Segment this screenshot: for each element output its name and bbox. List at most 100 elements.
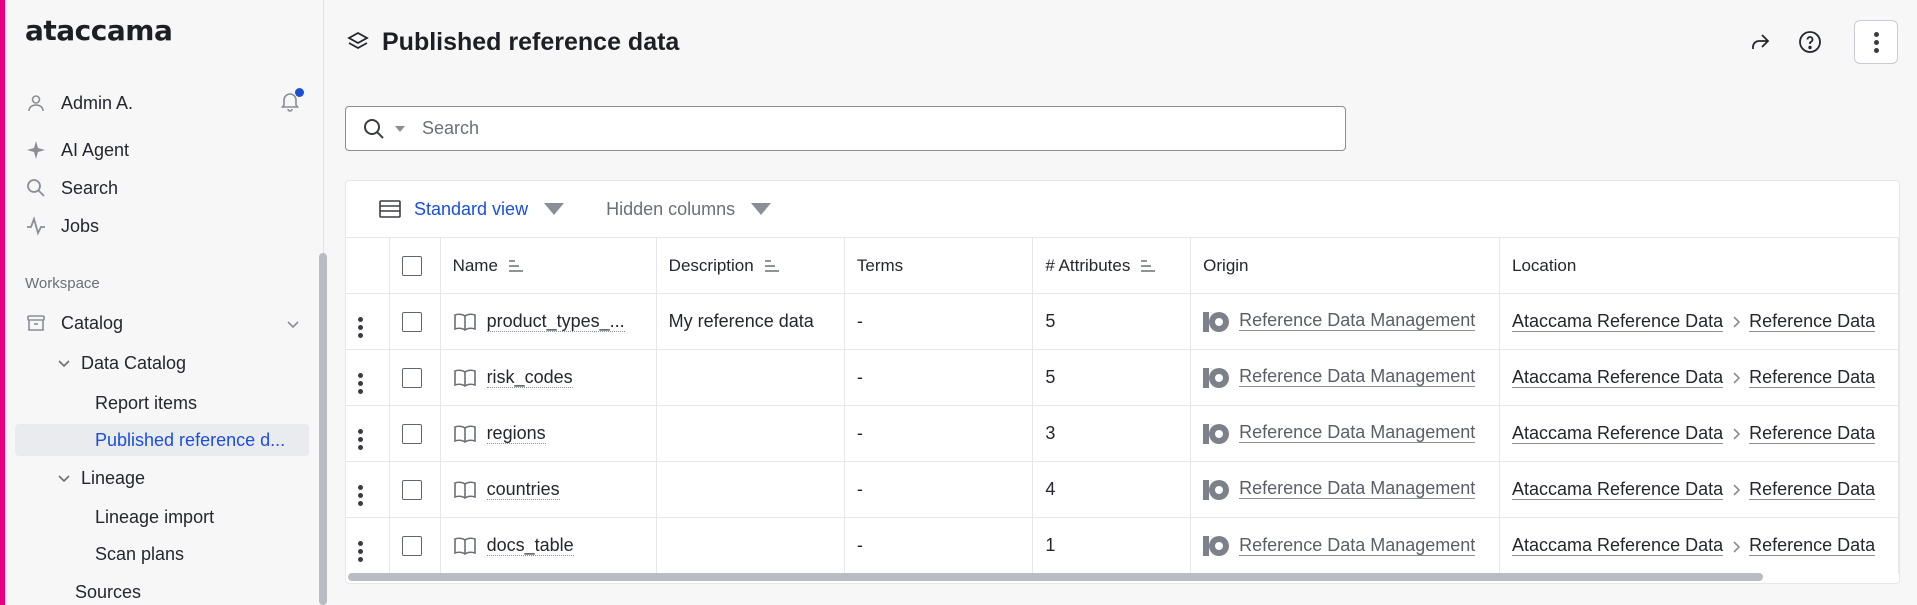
caret-down-icon [544, 203, 565, 215]
sidebar-item-ai-agent[interactable]: AI Agent [25, 135, 129, 165]
tree-item-label: Published reference d... [95, 429, 286, 450]
location-link[interactable]: Ataccama Reference Data [1512, 423, 1724, 444]
origin-link[interactable]: Reference Data Management [1239, 310, 1476, 332]
column-header-attributes[interactable]: # Attributes [1032, 237, 1192, 294]
origin-link[interactable]: Reference Data Management [1239, 422, 1476, 444]
sort-icon[interactable] [764, 259, 780, 273]
select-all-checkbox[interactable] [402, 255, 423, 276]
row-kebab-icon[interactable] [358, 540, 363, 562]
tree-item-published-reference-data[interactable]: Published reference d... [15, 424, 309, 456]
location-link[interactable]: Reference Data [1749, 367, 1876, 388]
sort-icon[interactable] [508, 259, 524, 273]
location-link[interactable]: Reference Data [1749, 479, 1876, 500]
chevron-down-icon[interactable] [285, 316, 301, 332]
column-header-description[interactable]: Description [656, 237, 845, 294]
item-attributes-count: 4 [1045, 479, 1056, 499]
column-header-origin[interactable]: Origin [1190, 237, 1500, 294]
sidebar-item-label: Catalog [61, 312, 124, 333]
location-link[interactable]: Ataccama Reference Data [1512, 535, 1724, 557]
location-link[interactable]: Reference Data [1749, 535, 1876, 557]
search-icon[interactable] [362, 117, 386, 141]
tree-item-scan-plans[interactable]: Scan plans [95, 538, 184, 570]
row-select-cell [389, 349, 441, 406]
page-title: Published reference data [382, 27, 680, 56]
tree-item-label: Lineage import [95, 506, 215, 527]
description-cell [656, 405, 845, 462]
column-header-name[interactable]: Name [440, 237, 657, 294]
origin-link[interactable]: Reference Data Management [1239, 366, 1476, 388]
origin-link[interactable]: Reference Data Management [1239, 534, 1476, 556]
table-row[interactable]: docs_table - 1 Reference Data Management… [346, 517, 1899, 574]
more-actions-button[interactable] [1854, 20, 1898, 64]
sparkle-icon [25, 139, 47, 161]
origin-link[interactable]: Reference Data Management [1239, 478, 1476, 500]
help-button[interactable] [1792, 24, 1828, 60]
share-button[interactable] [1742, 24, 1778, 60]
data-table-card: Standard view Hidden columns Name Descri… [345, 180, 1900, 584]
item-terms: - [856, 423, 863, 443]
table-row[interactable]: risk_codes - 5 Reference Data Management… [346, 349, 1899, 406]
name-cell: countries [440, 461, 657, 518]
item-name-link[interactable]: regions [486, 422, 546, 444]
row-checkbox[interactable] [402, 312, 423, 333]
tree-item-report-items[interactable]: Report items [95, 387, 197, 419]
view-label: Standard view [414, 198, 529, 219]
sidebar-item-catalog[interactable]: Catalog [25, 308, 123, 338]
row-checkbox[interactable] [402, 536, 423, 557]
sidebar-user-name: Admin A. [61, 92, 134, 113]
sidebar-item-jobs[interactable]: Jobs [25, 211, 99, 241]
item-attributes-count: 5 [1045, 311, 1056, 331]
location-link[interactable]: Reference Data [1749, 311, 1876, 332]
tree-item-label: Sources [75, 581, 142, 602]
header-actions [346, 237, 391, 294]
row-checkbox[interactable] [402, 480, 423, 501]
row-kebab-icon[interactable] [358, 372, 363, 394]
chevron-right-icon [1733, 428, 1741, 440]
notifications-bell-icon[interactable] [279, 88, 304, 112]
origin-cell: Reference Data Management [1190, 293, 1500, 350]
sidebar-item-search[interactable]: Search [25, 173, 118, 203]
sidebar: ataccama Admin A. AI Agent Search Jobs W… [5, 0, 327, 605]
table-view-icon [379, 200, 401, 218]
table-row[interactable]: regions - 3 Reference Data Management At… [346, 405, 1899, 462]
table-row[interactable]: countries - 4 Reference Data Management … [346, 461, 1899, 518]
sort-icon[interactable] [1140, 259, 1156, 273]
tree-item-lineage[interactable]: Lineage [57, 462, 145, 494]
item-attributes-count: 1 [1045, 535, 1056, 556]
tree-item-label: Data Catalog [81, 352, 187, 373]
column-header-terms[interactable]: Terms [844, 237, 1034, 294]
item-name-link[interactable]: countries [486, 478, 560, 500]
row-kebab-icon[interactable] [358, 316, 363, 338]
row-kebab-icon[interactable] [358, 428, 363, 450]
origin-cell: Reference Data Management [1190, 405, 1500, 462]
tree-item-sources[interactable]: Sources [75, 576, 141, 605]
sidebar-user[interactable]: Admin A. [25, 88, 133, 118]
search-filter-caret-icon[interactable] [394, 123, 406, 135]
search-input[interactable] [422, 118, 1322, 139]
item-name-link[interactable]: risk_codes [486, 366, 573, 388]
row-select-cell [389, 461, 441, 518]
location-link[interactable]: Ataccama Reference Data [1512, 367, 1724, 388]
tree-item-lineage-import[interactable]: Lineage import [95, 501, 214, 533]
location-link[interactable]: Ataccama Reference Data [1512, 479, 1724, 500]
chevron-right-icon [1733, 316, 1741, 328]
header-select-all [389, 237, 441, 294]
location-link[interactable]: Reference Data [1749, 423, 1876, 444]
origin-source-icon [1203, 367, 1230, 388]
item-name-link[interactable]: docs_table [486, 535, 574, 557]
row-checkbox[interactable] [402, 424, 423, 445]
terms-cell: - [844, 349, 1034, 406]
tree-item-data-catalog[interactable]: Data Catalog [57, 347, 186, 379]
description-cell [656, 517, 845, 574]
standard-view-dropdown[interactable]: Standard view [378, 194, 578, 224]
column-header-location[interactable]: Location [1499, 237, 1899, 294]
app-logo[interactable]: ataccama [25, 14, 173, 47]
row-kebab-icon[interactable] [358, 484, 363, 506]
item-name-link[interactable]: product_types_... [486, 310, 625, 332]
table-row[interactable]: product_types_... My reference data - 5 … [346, 293, 1899, 350]
hidden-columns-dropdown[interactable]: Hidden columns [606, 194, 785, 224]
location-link[interactable]: Ataccama Reference Data [1512, 311, 1724, 332]
horizontal-scrollbar[interactable] [348, 573, 1763, 581]
origin-cell: Reference Data Management [1190, 349, 1500, 406]
row-checkbox[interactable] [402, 368, 423, 389]
